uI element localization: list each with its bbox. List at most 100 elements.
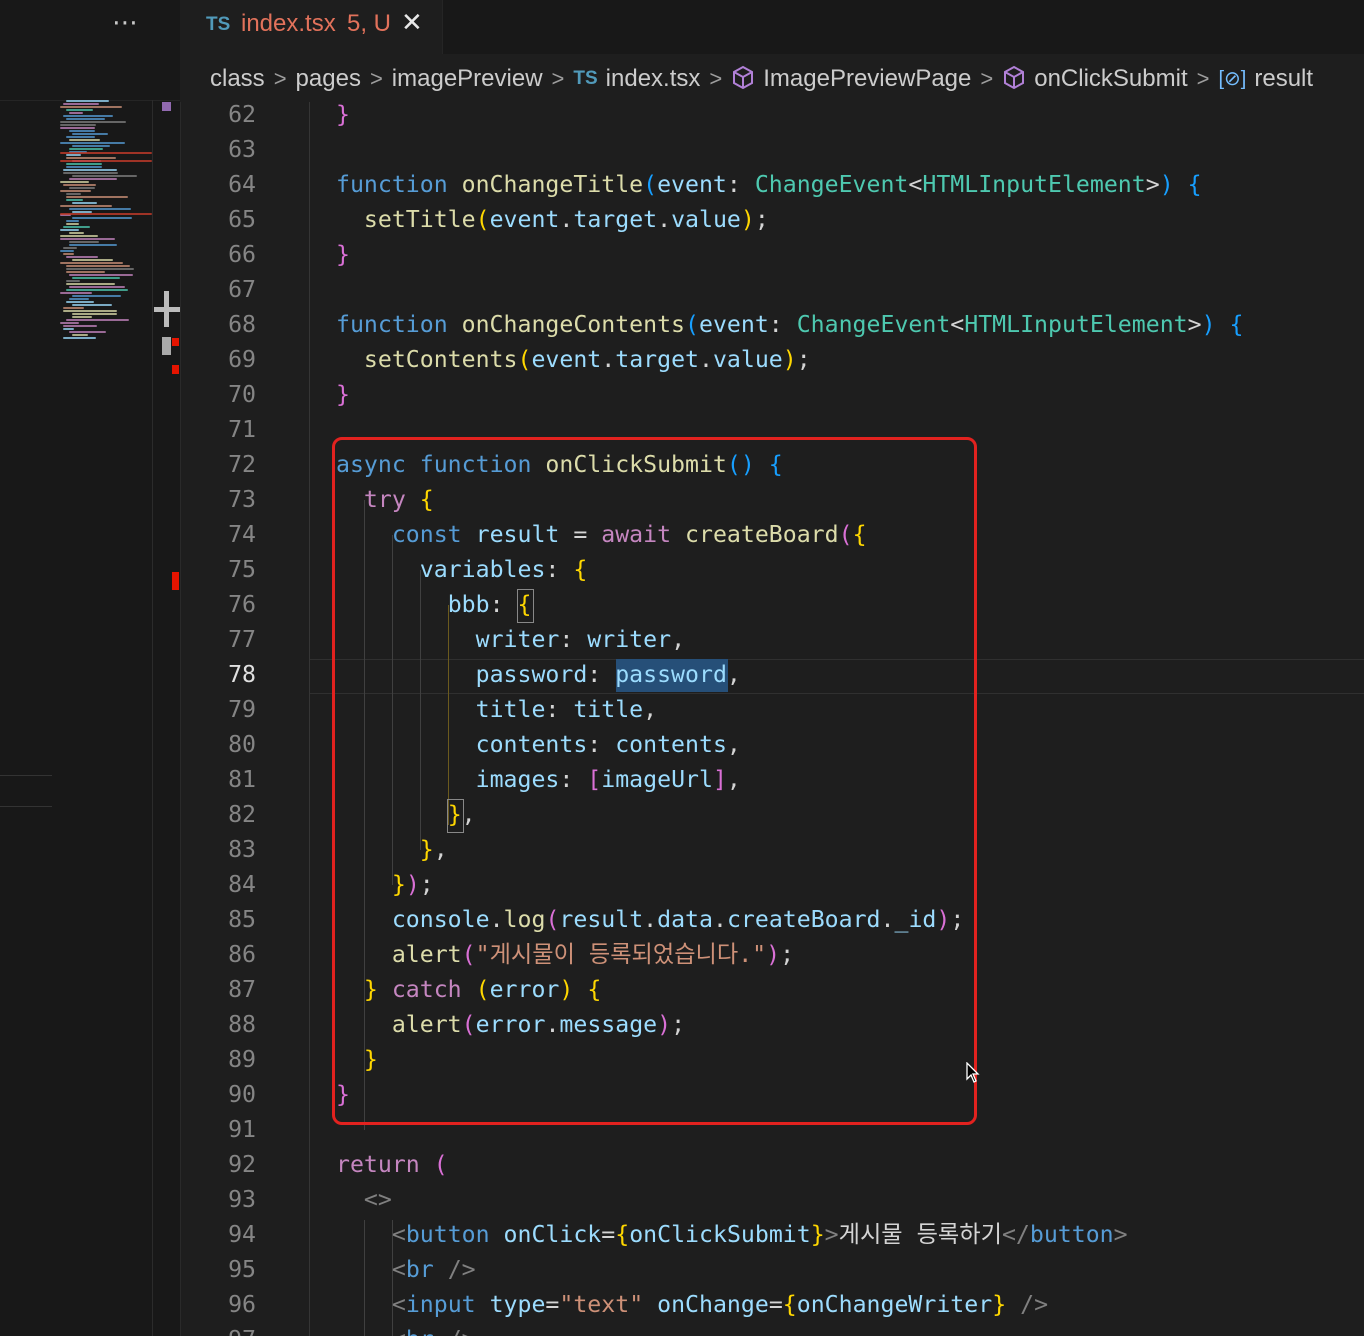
line-source: function onChangeContents(event: ChangeE…: [336, 307, 1244, 342]
code-token: ;: [796, 346, 811, 373]
minimap-line: [66, 163, 102, 165]
minimap-line: [60, 124, 96, 126]
minimap[interactable]: [56, 100, 156, 360]
breadcrumb-item[interactable]: onClickSubmit: [1034, 54, 1187, 102]
code-line[interactable]: 62}: [180, 102, 1364, 132]
code-line[interactable]: 70}: [180, 377, 1364, 412]
minimap-line: [66, 301, 94, 303]
breadcrumb-item[interactable]: ImagePreviewPage: [763, 54, 971, 102]
code-line[interactable]: 65 setTitle(event.target.value);: [180, 202, 1364, 237]
sidebar-divider: [0, 775, 52, 776]
minimap-line: [72, 316, 92, 318]
code-line[interactable]: 68 function onChangeContents(event: Chang…: [180, 307, 1364, 342]
code-line[interactable]: 67: [180, 272, 1364, 307]
code-token: ;: [754, 206, 769, 233]
line-number: 74: [228, 521, 256, 548]
minimap-line: [66, 289, 128, 291]
code-token: onClickSubmit: [629, 1221, 811, 1248]
code-token: onChange: [657, 1291, 769, 1318]
breadcrumb-item[interactable]: imagePreview: [392, 54, 543, 102]
minimap-error-line: [60, 152, 152, 154]
tab-index-tsx[interactable]: TS index.tsx 5, U ✕: [180, 0, 443, 54]
minimap-line: [63, 325, 97, 327]
code-token: =: [545, 1291, 560, 1318]
minimap-line: [69, 208, 131, 210]
minimap-line: [66, 220, 79, 222]
line-number: 75: [228, 556, 256, 583]
code-line[interactable]: 94 <button onClick={onClickSubmit}>게시물 등…: [180, 1217, 1364, 1252]
minimap-line: [63, 115, 113, 117]
close-icon[interactable]: ✕: [401, 8, 423, 38]
line-number: 77: [228, 626, 256, 653]
minimap-line: [60, 292, 92, 294]
breadcrumb-item[interactable]: class: [210, 54, 265, 102]
line-source: return (: [336, 1147, 448, 1182]
code-token: :: [768, 311, 797, 338]
minimap-line: [63, 184, 96, 186]
chevron-right-icon: >: [273, 66, 287, 91]
code-token: <: [391, 1221, 406, 1248]
code-line[interactable]: 69 setContents(event.target.value);: [180, 342, 1364, 377]
breadcrumb-item[interactable]: pages: [296, 54, 361, 102]
code-line[interactable]: 63: [180, 132, 1364, 167]
code-line[interactable]: 97 <br />: [180, 1322, 1364, 1336]
code-token: ): [1159, 171, 1174, 198]
minimap-line: [66, 265, 130, 267]
code-token: (: [433, 1151, 448, 1178]
line-number: 91: [228, 1116, 256, 1143]
code-line[interactable]: 95 <br />: [180, 1252, 1364, 1287]
code-line[interactable]: 92 return (: [180, 1147, 1364, 1182]
more-actions-icon[interactable]: ⋯: [112, 8, 139, 38]
code-token: br: [405, 1256, 448, 1283]
minimap-line: [63, 307, 84, 309]
minimap-line: [72, 145, 110, 147]
code-token: {: [1229, 311, 1244, 338]
code-token: (: [517, 346, 532, 373]
minimap-line: [69, 241, 99, 243]
minimap-line: [66, 199, 83, 201]
minimap-line: [63, 328, 74, 330]
minimap-line: [66, 223, 79, 225]
minimap-line: [63, 172, 118, 174]
breadcrumb-item[interactable]: result: [1254, 54, 1313, 102]
line-number: 72: [228, 451, 256, 478]
chevron-right-icon: >: [980, 66, 994, 91]
code-line[interactable]: 93 <>: [180, 1182, 1364, 1217]
code-token: event: [489, 206, 560, 233]
line-number: 79: [228, 696, 256, 723]
mouse-cursor-icon: [966, 1062, 980, 1083]
annotation-highlight-box: [332, 437, 977, 1125]
code-token: onChangeContents: [461, 311, 686, 338]
code-token: type: [489, 1291, 546, 1318]
line-number: 68: [228, 311, 256, 338]
code-line[interactable]: 66}: [180, 237, 1364, 272]
line-source: }: [336, 102, 350, 132]
chevron-right-icon: >: [709, 66, 723, 91]
line-number: 66: [228, 241, 256, 268]
breadcrumb-item[interactable]: index.tsx: [606, 54, 701, 102]
code-token: ): [782, 346, 797, 373]
code-line[interactable]: 96 <input type="text" onChange={onChange…: [180, 1287, 1364, 1322]
code-token: }: [336, 102, 350, 128]
minimap-line: [66, 193, 81, 195]
minimap-line: [72, 217, 132, 219]
code-line[interactable]: 64 function onChangeTitle(event: ChangeEv…: [180, 167, 1364, 202]
code-token: input: [405, 1291, 490, 1318]
minimap-error-line: [60, 160, 152, 162]
code-token: >: [1113, 1221, 1128, 1248]
line-number: 83: [228, 836, 256, 863]
minimap-line: [63, 310, 117, 312]
overview-ruler[interactable]: [152, 100, 153, 1336]
minimap-line: [72, 175, 137, 177]
explorer-sidebar: ⋯: [0, 0, 181, 1336]
minimap-line: [66, 280, 80, 282]
code-token: }: [992, 1291, 1007, 1318]
minimap-line: [60, 250, 74, 252]
minimap-line: [69, 298, 89, 300]
code-token: .: [657, 206, 672, 233]
